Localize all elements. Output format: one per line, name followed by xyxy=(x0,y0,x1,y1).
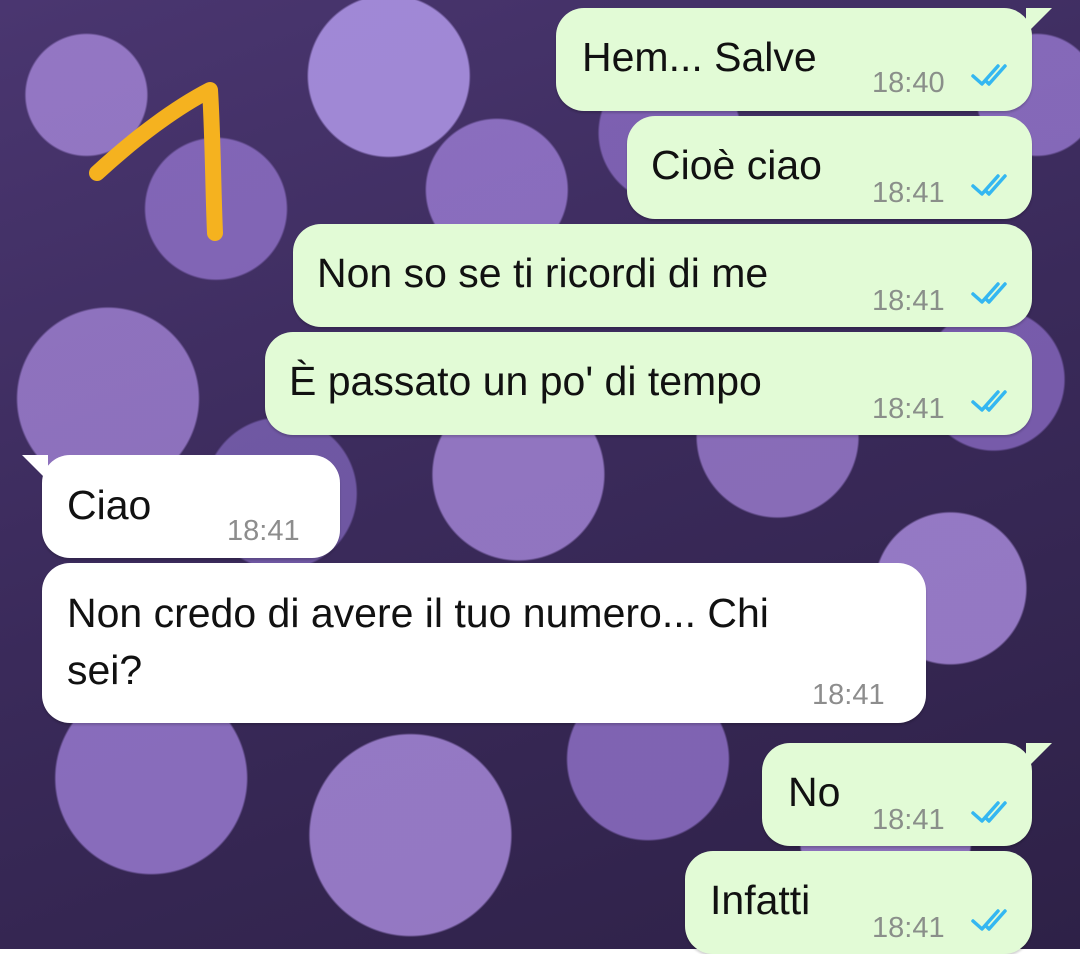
outgoing-message-bubble[interactable]: Cioè ciao 18:41 xyxy=(627,116,1032,219)
bubble-tail xyxy=(1026,8,1052,34)
outgoing-message-bubble[interactable]: Non so se ti ricordi di me 18:41 xyxy=(293,224,1032,327)
message-time: 18:41 xyxy=(872,285,945,317)
message-text: Infatti xyxy=(710,877,811,923)
message-time: 18:41 xyxy=(872,177,945,209)
double-check-read-icon xyxy=(971,909,1007,931)
incoming-message-bubble[interactable]: Non credo di avere il tuo numero... Chi … xyxy=(42,563,926,723)
message-text: Ciao xyxy=(67,482,152,528)
double-check-read-icon xyxy=(971,390,1007,412)
message-text: Non so se ti ricordi di me xyxy=(317,250,769,296)
bubble-tail xyxy=(22,455,48,481)
message-text: Cioè ciao xyxy=(651,142,822,188)
message-text-line-2: sei? xyxy=(67,647,143,693)
message-time: 18:41 xyxy=(872,912,945,944)
double-check-read-icon xyxy=(971,282,1007,304)
double-check-read-icon xyxy=(971,174,1007,196)
message-time: 18:41 xyxy=(872,804,945,836)
outgoing-message-bubble[interactable]: È passato un po' di tempo 18:41 xyxy=(265,332,1032,435)
double-check-read-icon xyxy=(971,801,1007,823)
message-time: 18:41 xyxy=(812,679,885,711)
double-check-read-icon xyxy=(971,64,1007,86)
message-text: È passato un po' di tempo xyxy=(289,358,762,404)
message-text: No xyxy=(788,769,841,815)
message-time: 18:40 xyxy=(872,67,945,99)
bubble-tail xyxy=(1026,743,1052,769)
message-time: 18:41 xyxy=(872,393,945,425)
message-time: 18:41 xyxy=(227,515,300,547)
message-text-line-1: Non credo di avere il tuo numero... Chi xyxy=(67,590,769,636)
message-text: Hem... Salve xyxy=(582,34,817,80)
incoming-message-bubble[interactable]: Ciao 18:41 xyxy=(22,455,340,558)
outgoing-message-bubble[interactable]: Hem... Salve 18:40 xyxy=(556,8,1052,111)
annotation-arrow-icon xyxy=(89,82,223,241)
outgoing-message-bubble[interactable]: Infatti 18:41 xyxy=(685,851,1032,954)
outgoing-message-bubble[interactable]: No 18:41 xyxy=(762,743,1052,846)
